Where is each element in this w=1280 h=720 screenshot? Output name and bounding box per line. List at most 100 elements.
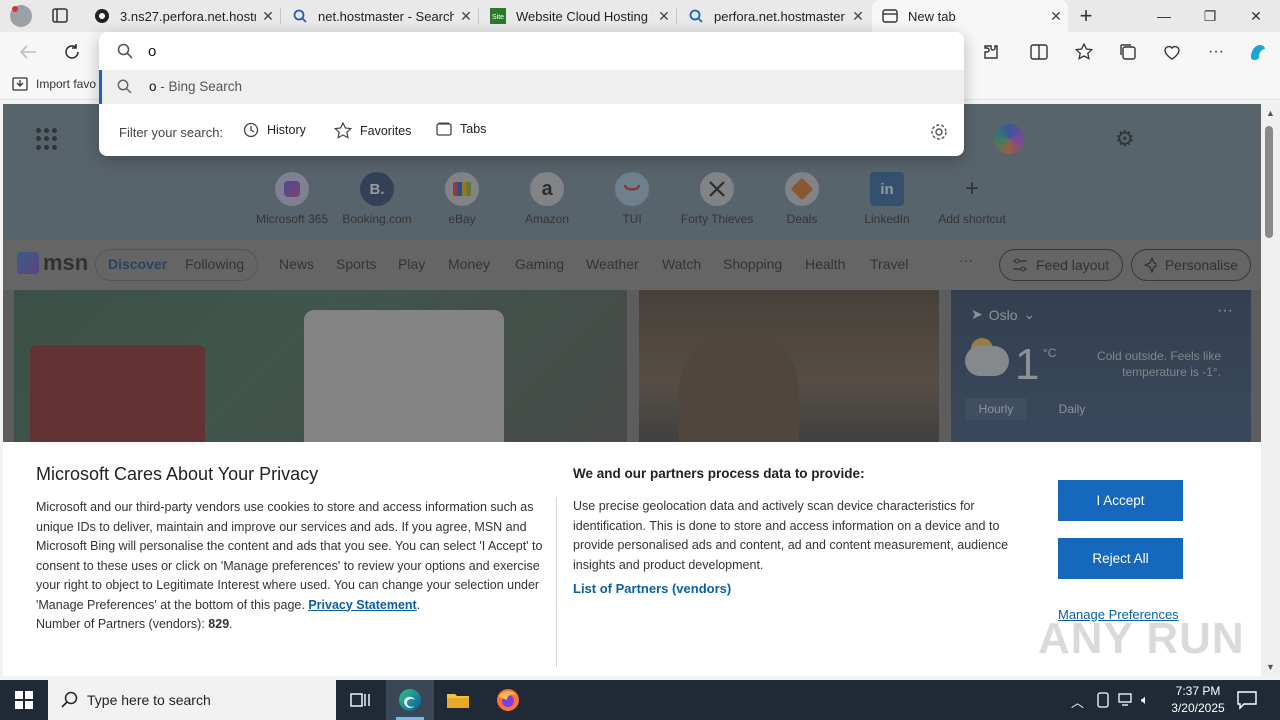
card-image <box>679 330 799 442</box>
weather-unit: °C <box>1043 346 1057 360</box>
tab-4[interactable]: perfora.net.hostmaster - ✕ <box>678 0 870 32</box>
swords-icon <box>700 172 734 206</box>
start-button[interactable] <box>0 680 48 720</box>
task-view-icon[interactable] <box>336 680 384 720</box>
tab-strip: 3.ns27.perfora.net.hostm ✕ net.hostmaste… <box>0 0 1280 32</box>
browser-essentials-icon[interactable] <box>1160 40 1184 64</box>
suggestion-bing-search[interactable]: o - Bing Search <box>99 70 964 104</box>
tray-device-icon[interactable] <box>1096 692 1110 711</box>
shortcut-tui[interactable]: TUI <box>592 172 672 226</box>
tab-new-tab[interactable]: New tab ✕ <box>872 0 1068 32</box>
tab-3[interactable]: Site Website Cloud Hosting f ✕ <box>480 0 676 32</box>
taskbar-search[interactable]: Type here to search <box>48 680 336 720</box>
address-input[interactable] <box>148 40 938 62</box>
close-tab-icon[interactable]: ✕ <box>256 8 280 25</box>
weather-tab-daily[interactable]: Daily <box>1041 398 1103 420</box>
shortcut-forty-thieves[interactable]: Forty Thieves <box>677 172 757 226</box>
tab-actions-icon[interactable] <box>47 6 73 26</box>
firefox-icon[interactable] <box>484 680 532 720</box>
newtab-icon <box>882 8 898 24</box>
shortcut-ebay[interactable]: eBay <box>422 172 502 226</box>
refresh-button[interactable] <box>58 39 86 65</box>
reject-all-button[interactable]: Reject All <box>1058 538 1183 579</box>
scroll-up-icon[interactable]: ▲ <box>1266 108 1275 118</box>
weather-tab-hourly[interactable]: Hourly <box>965 398 1027 420</box>
nav-money[interactable]: Money <box>448 256 490 272</box>
news-card-1[interactable] <box>14 290 627 442</box>
page-scrollbar[interactable]: ▲ ▼ <box>1261 104 1280 676</box>
scroll-down-icon[interactable]: ▼ <box>1266 662 1275 672</box>
privacy-statement-link[interactable]: Privacy Statement <box>308 598 416 612</box>
list-of-partners-link[interactable]: List of Partners (vendors) <box>573 581 731 596</box>
filter-favorites[interactable]: Favorites <box>334 122 411 139</box>
file-explorer-icon[interactable] <box>434 680 482 720</box>
search-settings-icon[interactable] <box>930 123 948 146</box>
nav-travel[interactable]: Travel <box>870 256 908 272</box>
copilot-icon[interactable] <box>1246 40 1270 64</box>
nav-more-icon[interactable]: ··· <box>959 252 973 268</box>
back-button[interactable] <box>14 39 42 65</box>
nav-watch[interactable]: Watch <box>662 256 701 272</box>
search-icon <box>117 79 132 94</box>
collections-icon[interactable] <box>1116 40 1140 64</box>
taskbar: Type here to search ︿ 🔈︎ 7:37 PM 3/20/20… <box>0 680 1280 720</box>
sparkle-icon <box>1144 257 1157 273</box>
weather-location[interactable]: ➤ Oslo ⌄ <box>971 306 1035 323</box>
notifications-icon[interactable] <box>1236 690 1258 710</box>
favorites-star-icon[interactable] <box>1072 40 1096 64</box>
filter-history[interactable]: History <box>243 122 306 138</box>
shortcut-amazon[interactable]: a Amazon <box>507 172 587 226</box>
app-launcher-icon[interactable] <box>36 128 58 150</box>
tab-discover[interactable]: Discover <box>108 256 167 272</box>
close-tab-icon[interactable]: ✕ <box>1044 8 1068 25</box>
nav-sports[interactable]: Sports <box>336 256 376 272</box>
feed-layout-button[interactable]: Feed layout <box>999 249 1123 281</box>
weather-more-icon[interactable]: ··· <box>1217 302 1233 320</box>
nav-gaming[interactable]: Gaming <box>515 256 564 272</box>
accept-button[interactable]: I Accept <box>1058 480 1183 521</box>
filter-label: Filter your search: <box>119 125 224 140</box>
page-settings-icon[interactable]: ⚙ <box>1115 126 1135 152</box>
import-icon <box>12 77 28 91</box>
shortcut-microsoft-365[interactable]: Microsoft 365 <box>252 172 332 226</box>
copilot-logo-icon[interactable] <box>994 124 1024 154</box>
shortcut-booking[interactable]: B. Booking.com <box>337 172 417 226</box>
nav-health[interactable]: Health <box>805 256 845 272</box>
tab-2[interactable]: net.hostmaster - Search ✕ <box>282 0 478 32</box>
address-bar[interactable] <box>99 32 964 70</box>
news-card-2[interactable] <box>639 290 939 442</box>
volume-icon[interactable]: 🔈︎ <box>1141 692 1149 708</box>
personalise-button[interactable]: Personalise <box>1131 249 1251 281</box>
close-tab-icon[interactable]: ✕ <box>652 8 676 25</box>
nav-shopping[interactable]: Shopping <box>723 256 782 272</box>
more-menu-icon[interactable]: ··· <box>1204 40 1228 64</box>
extensions-icon[interactable] <box>979 40 1003 64</box>
shortcut-deals[interactable]: Deals <box>762 172 842 226</box>
tray-chevron-up-icon[interactable]: ︿ <box>1071 692 1084 711</box>
new-tab-button[interactable]: + <box>1068 0 1104 32</box>
minimize-button[interactable]: — <box>1141 0 1187 32</box>
import-favorites-link[interactable]: Import favo <box>12 77 96 91</box>
close-tab-icon[interactable]: ✕ <box>846 8 870 25</box>
tab-following[interactable]: Following <box>185 256 244 272</box>
msn-butterfly-icon <box>17 252 39 274</box>
split-screen-icon[interactable] <box>1027 40 1051 64</box>
close-window-button[interactable]: ✕ <box>1233 0 1279 32</box>
tab-1[interactable]: 3.ns27.perfora.net.hostm ✕ <box>84 0 280 32</box>
network-icon[interactable] <box>1118 692 1134 709</box>
nav-weather[interactable]: Weather <box>586 256 639 272</box>
msn-logo[interactable]: msn <box>17 250 88 276</box>
close-tab-icon[interactable]: ✕ <box>454 8 478 25</box>
edge-taskbar-icon[interactable] <box>386 680 434 720</box>
restore-button[interactable]: ❐ <box>1187 0 1233 32</box>
nav-play[interactable]: Play <box>398 256 425 272</box>
scroll-thumb[interactable] <box>1265 126 1273 238</box>
shortcut-add[interactable]: + Add shortcut <box>932 172 1012 226</box>
weather-card[interactable]: ➤ Oslo ⌄ ··· 1 °C Cold outside. Feels li… <box>951 290 1251 442</box>
filter-tabs[interactable]: Tabs <box>436 122 486 136</box>
site-icon: Site <box>490 8 506 24</box>
nav-news[interactable]: News <box>279 256 314 272</box>
shortcut-linkedin[interactable]: in LinkedIn <box>847 172 927 226</box>
profile-avatar[interactable] <box>10 5 32 27</box>
taskbar-clock[interactable]: 7:37 PM 3/20/2025 <box>1170 683 1226 717</box>
